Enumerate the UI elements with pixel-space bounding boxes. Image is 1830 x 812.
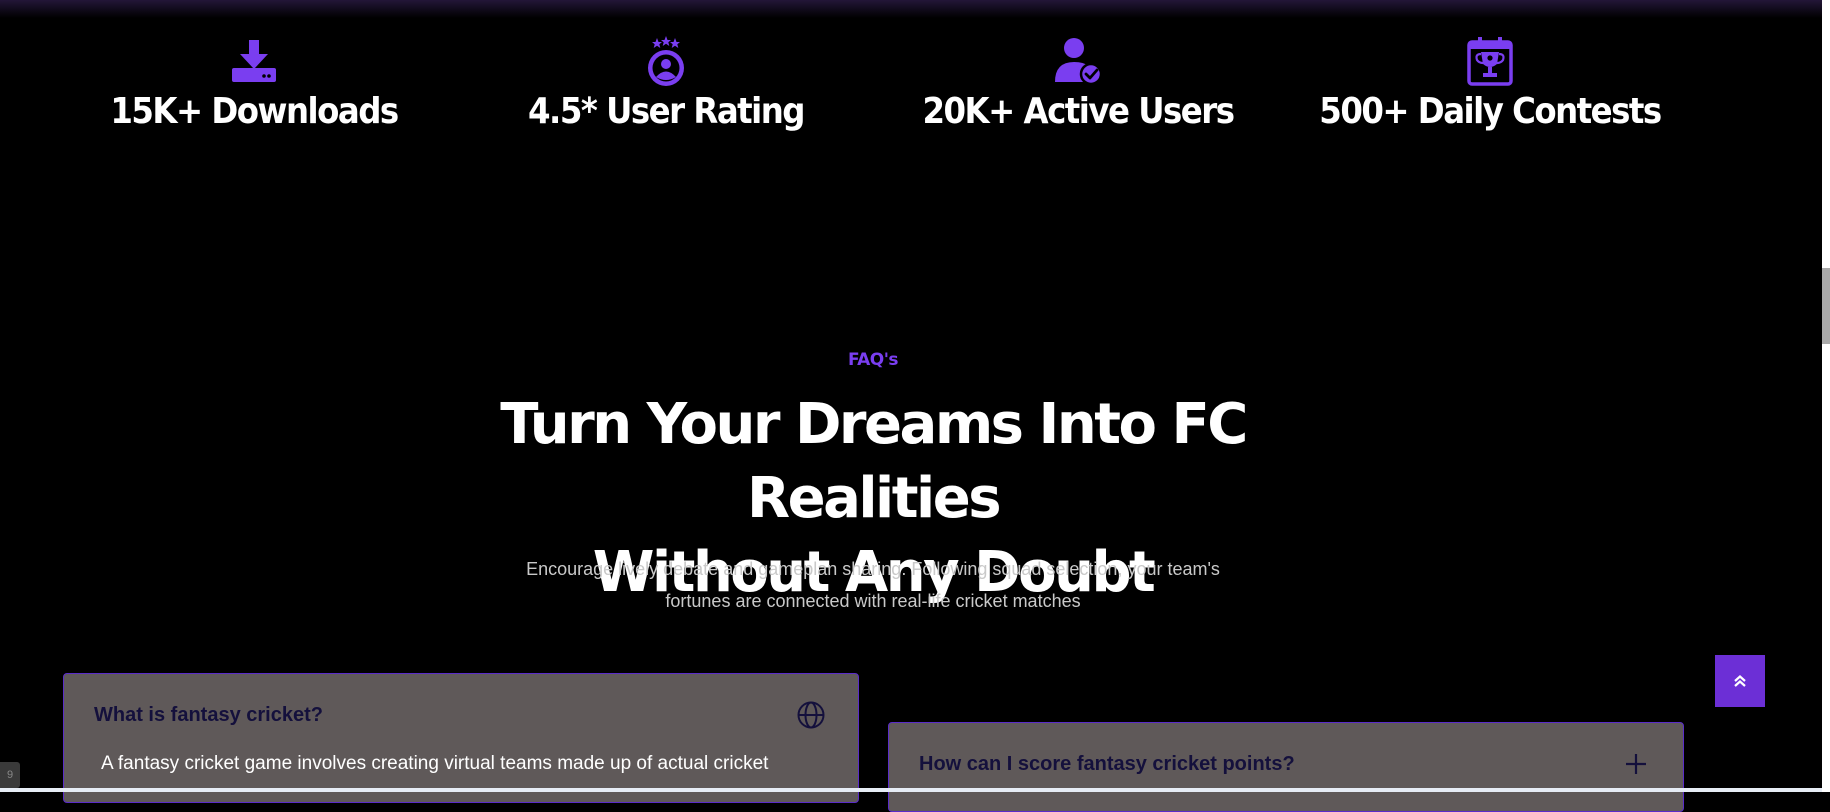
stat-active-users-label: 20K+ Active Users [922, 91, 1235, 132]
scrollbar-thumb[interactable] [1822, 268, 1830, 344]
stat-downloads: 15K+ Downloads [74, 36, 434, 134]
faq-subtitle: Encourage lively debate and gameplan sha… [473, 553, 1273, 617]
faq-answer: A fantasy cricket game involves creating… [101, 753, 769, 774]
faq-subtitle-line-1: Encourage lively debate and gameplan sha… [526, 559, 1220, 579]
faq-eyebrow: FAQ's [847, 350, 899, 370]
faq-subtitle-line-2: fortunes are connected with real-life cr… [665, 591, 1081, 611]
stat-daily-contests-label: 500+ Daily Contests [1319, 91, 1662, 132]
plus-icon[interactable] [1621, 749, 1651, 779]
page-scrollbar[interactable] [1822, 0, 1830, 792]
trophy-calendar-icon [1467, 37, 1513, 86]
faq-title-line-1: Turn Your Dreams Into FC Realities [500, 392, 1248, 531]
stat-active-users: 20K+ Active Users [898, 36, 1258, 134]
stat-user-rating-label: 4.5* User Rating [528, 91, 806, 132]
stat-daily-contests: 500+ Daily Contests [1310, 36, 1670, 134]
faq-question[interactable]: How can I score fantasy cricket points? [919, 753, 1295, 776]
corner-badge: 9 [0, 762, 20, 788]
globe-icon[interactable] [796, 700, 826, 730]
stat-downloads-label: 15K+ Downloads [110, 91, 399, 132]
faq-item-score-points[interactable]: How can I score fantasy cricket points? [888, 722, 1684, 812]
user-rating-icon [648, 36, 684, 86]
verified-user-icon [1055, 38, 1103, 86]
header-shadow [0, 0, 1822, 18]
double-chevron-up-icon [1734, 675, 1746, 687]
scroll-to-top-button[interactable] [1715, 655, 1765, 707]
faq-item-fantasy-cricket[interactable]: What is fantasy cricket? A fantasy crick… [63, 673, 859, 803]
bottom-divider [0, 788, 1822, 792]
faq-question[interactable]: What is fantasy cricket? [94, 704, 323, 727]
download-icon [232, 40, 276, 82]
stat-user-rating: 4.5* User Rating [486, 36, 846, 134]
